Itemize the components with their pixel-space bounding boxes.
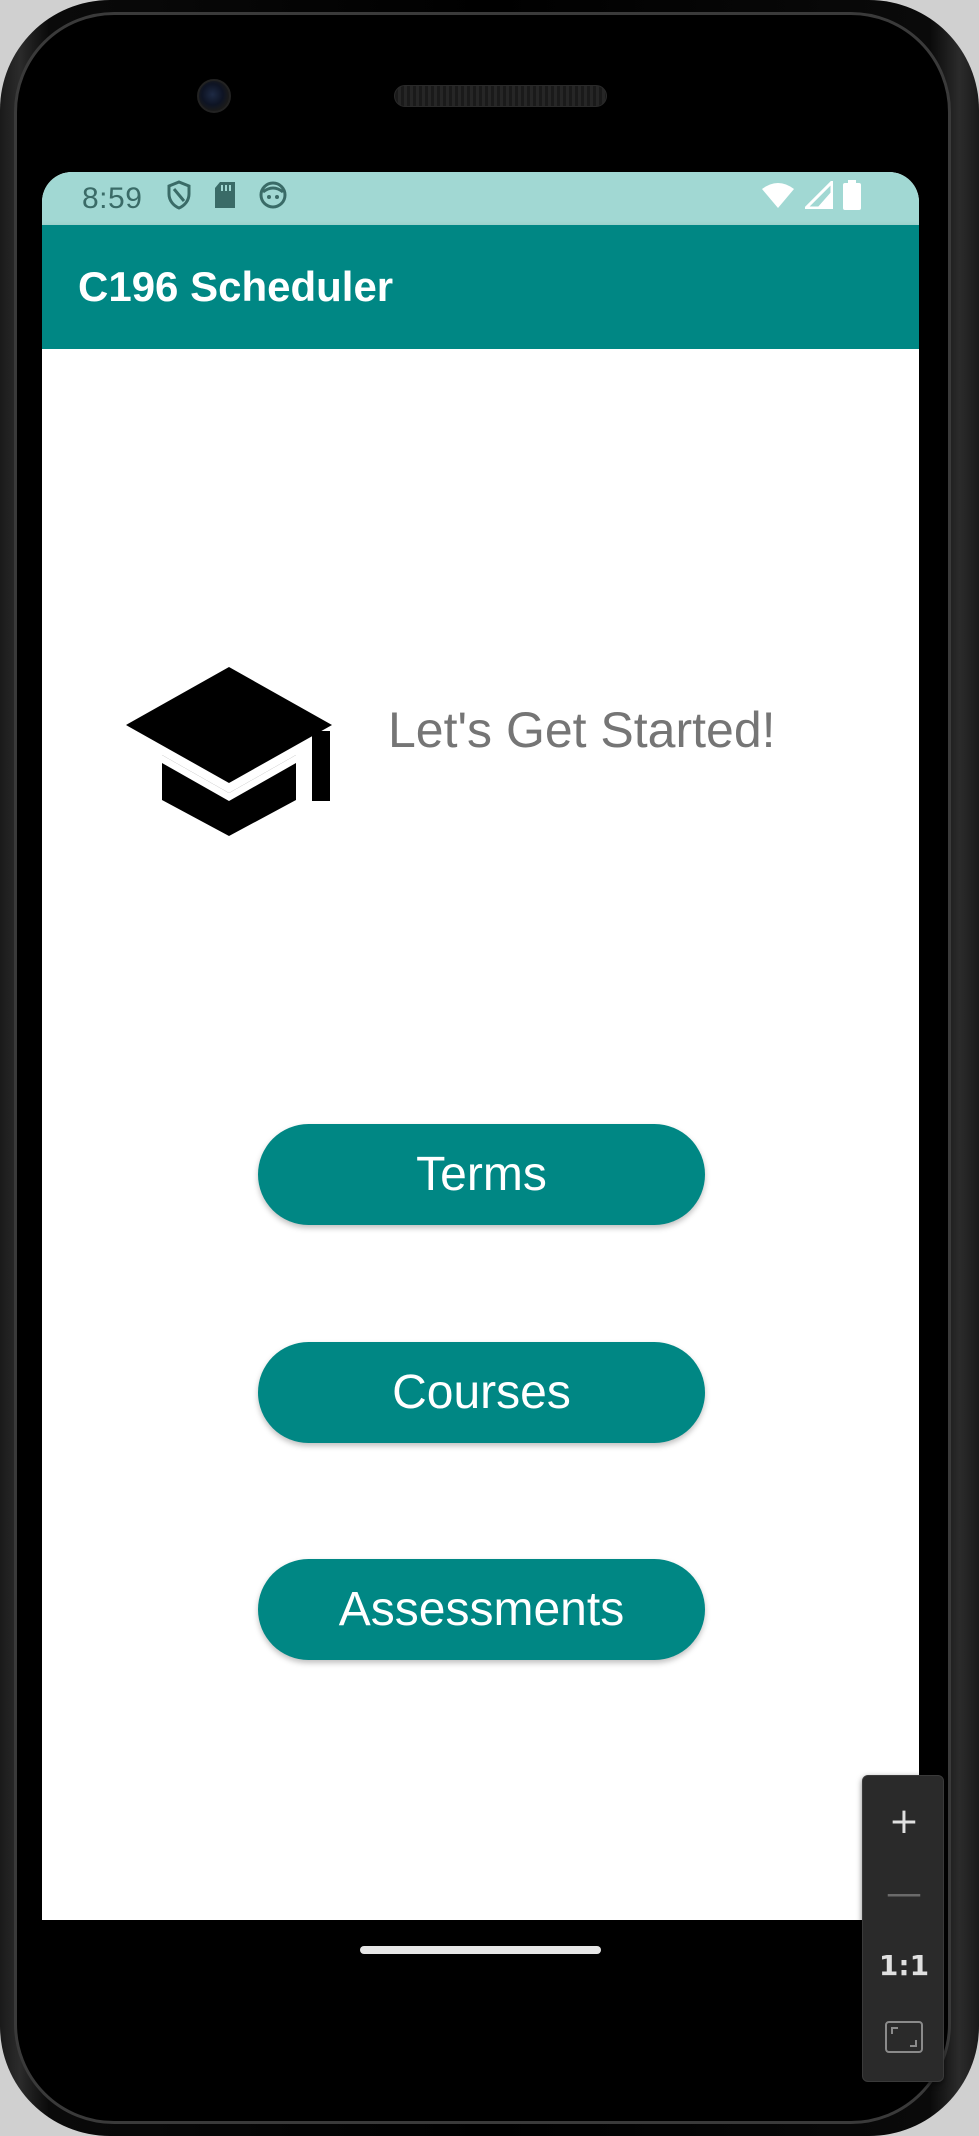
headline: Let's Get Started! xyxy=(388,702,776,758)
battery-icon xyxy=(843,179,861,218)
courses-button[interactable]: Courses xyxy=(258,1342,705,1443)
emulator-zoom-controls: + — 1:1 xyxy=(862,1775,944,2082)
home-gesture-handle[interactable] xyxy=(360,1946,601,1954)
zoom-in-button[interactable]: + xyxy=(863,1786,945,1856)
sd-card-icon xyxy=(214,181,236,217)
shield-icon xyxy=(166,179,192,218)
wifi-icon xyxy=(761,181,795,217)
status-bar: 8:59 xyxy=(42,172,919,225)
app-bar: C196 Scheduler xyxy=(42,225,919,349)
device-screen: 8:59 C196 Scheduler Let's Get Started! T… xyxy=(42,172,919,1920)
cell-signal-icon xyxy=(802,177,834,217)
face-icon xyxy=(258,180,288,218)
graduation-cap-icon xyxy=(126,667,332,836)
device-frame: 8:59 C196 Scheduler Let's Get Started! T… xyxy=(0,0,979,2136)
earpiece-speaker xyxy=(394,85,607,107)
zoom-reset-button[interactable]: 1:1 xyxy=(863,1930,945,2000)
fit-to-window-icon[interactable] xyxy=(863,2002,945,2072)
terms-button[interactable]: Terms xyxy=(258,1124,705,1225)
assessments-button[interactable]: Assessments xyxy=(258,1559,705,1660)
front-camera xyxy=(197,79,231,113)
status-right-icons xyxy=(761,172,861,225)
main-content: Let's Get Started! Terms Courses Assessm… xyxy=(42,349,919,1920)
status-time: 8:59 xyxy=(82,181,143,215)
app-title: C196 Scheduler xyxy=(78,263,394,310)
zoom-out-button[interactable]: — xyxy=(863,1858,945,1928)
navigation-bar xyxy=(42,1920,919,2020)
